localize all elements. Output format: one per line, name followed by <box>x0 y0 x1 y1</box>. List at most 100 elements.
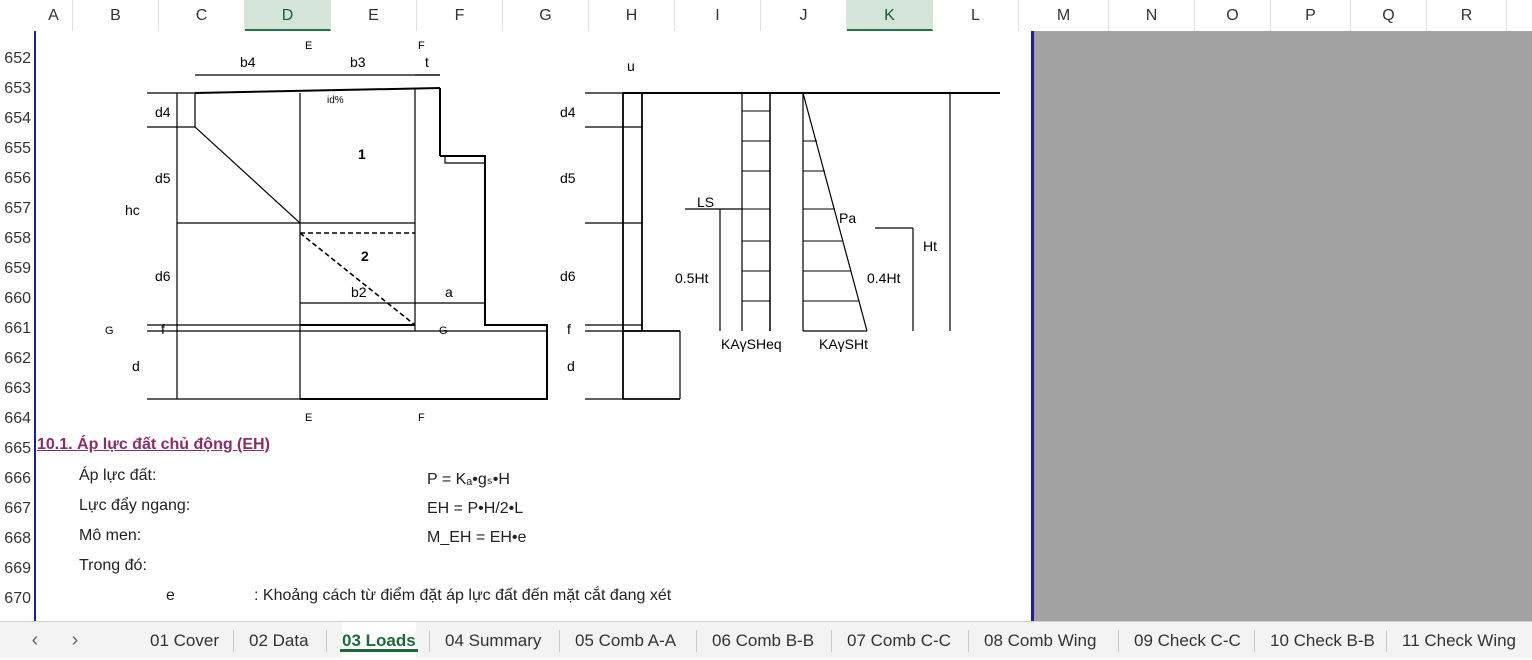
tab-scroll-right-icon[interactable]: › <box>64 622 86 658</box>
svg-text:E: E <box>305 412 312 424</box>
sheet-tab[interactable]: 06 Comb B-B <box>712 622 814 658</box>
load-arrows <box>742 110 859 302</box>
svg-text:hc: hc <box>125 202 140 218</box>
sheet-tab[interactable]: 09 Check C-C <box>1134 622 1241 658</box>
row-header[interactable]: 664 <box>0 404 35 434</box>
sheet-tab[interactable]: 11 Check Wing <box>1402 622 1516 658</box>
column-header-c[interactable]: C <box>159 0 245 31</box>
svg-text:F: F <box>418 40 425 52</box>
label-mo-men: Mô men: <box>79 527 142 544</box>
row-header[interactable]: 666 <box>0 464 35 494</box>
formula-eh: EH = P•H/2•L <box>427 500 524 517</box>
label-luc-day-ngang: Lực đẩy ngang: <box>79 497 191 514</box>
svg-text:d4: d4 <box>155 104 171 120</box>
svg-text:1: 1 <box>358 146 366 162</box>
column-header-b[interactable]: B <box>73 0 159 31</box>
column-header-o[interactable]: O <box>1195 0 1271 31</box>
svg-text:LS: LS <box>697 194 714 210</box>
tab-separator <box>831 630 832 652</box>
svg-text:KAγSHeq: KAγSHeq <box>721 336 782 352</box>
tab-separator <box>326 630 327 652</box>
svg-text:f: f <box>161 321 165 337</box>
sheet-tab[interactable]: 03 Loads <box>340 622 418 658</box>
sheet-tab[interactable]: 07 Comb C-C <box>847 622 951 658</box>
svg-text:b2: b2 <box>351 284 367 300</box>
svg-text:d: d <box>567 358 575 374</box>
svg-text:d6: d6 <box>560 268 576 284</box>
column-header-bar: ABCDEFGHIJKLMNOPQR <box>0 0 1532 32</box>
row-header[interactable]: 659 <box>0 254 35 284</box>
row-header[interactable]: 652 <box>0 44 35 74</box>
row-header[interactable]: 657 <box>0 194 35 224</box>
column-header-d[interactable]: D <box>245 0 331 31</box>
svg-text:id%: id% <box>327 95 344 106</box>
row-header[interactable]: 658 <box>0 224 35 254</box>
svg-text:a: a <box>445 284 453 300</box>
sheet-tab[interactable]: 10 Check B-B <box>1270 622 1375 658</box>
label-ap-luc-dat: Áp lực đất: <box>79 467 157 484</box>
svg-text:Pa: Pa <box>839 210 856 226</box>
row-header[interactable]: 656 <box>0 164 35 194</box>
column-header-j[interactable]: J <box>761 0 847 31</box>
column-header-e[interactable]: E <box>331 0 417 31</box>
svg-text:0.4Ht: 0.4Ht <box>867 270 901 286</box>
page-break-left <box>34 31 36 621</box>
column-header-m[interactable]: M <box>1019 0 1109 31</box>
sheet-tab[interactable]: 01 Cover <box>150 622 219 658</box>
svg-text:F: F <box>418 412 425 424</box>
svg-text:b3: b3 <box>350 54 366 70</box>
svg-text:KAγSHt: KAγSHt <box>819 336 868 352</box>
row-header[interactable]: 669 <box>0 554 35 584</box>
row-header[interactable]: 661 <box>0 314 35 344</box>
row-header[interactable]: 668 <box>0 524 35 554</box>
section-title: 10.1. Áp lực đất chủ động (EH) <box>37 436 270 453</box>
row-header[interactable]: 653 <box>0 74 35 104</box>
desc-e: : Khoảng cách từ điểm đặt áp lực đất đến… <box>254 587 672 604</box>
svg-text:E: E <box>305 40 312 52</box>
sheet-tab[interactable]: 05 Comb A-A <box>575 622 676 658</box>
sheet-tab-bar: ‹ › 01 Cover 02 Data 03 Loads 04 Summary 05 … <box>0 621 1532 658</box>
column-header-h[interactable]: H <box>589 0 675 31</box>
outside-print-area <box>1034 31 1532 621</box>
svg-text:d: d <box>132 358 140 374</box>
row-header[interactable]: 667 <box>0 494 35 524</box>
formula-meh: M_EH = EH•e <box>427 529 527 546</box>
tab-separator <box>1254 630 1255 652</box>
tab-separator <box>559 630 560 652</box>
tab-scroll-left-icon[interactable]: ‹ <box>24 622 46 658</box>
svg-text:0.5Ht: 0.5Ht <box>675 270 709 286</box>
tab-separator <box>429 630 430 652</box>
column-header-k[interactable]: K <box>847 0 933 31</box>
column-header-p[interactable]: P <box>1271 0 1351 31</box>
tab-separator <box>1386 630 1387 652</box>
row-header[interactable]: 654 <box>0 104 35 134</box>
svg-text:t: t <box>425 54 429 70</box>
column-header-q[interactable]: Q <box>1351 0 1427 31</box>
sheet-tab[interactable]: 04 Summary <box>445 622 541 658</box>
row-header[interactable]: 670 <box>0 584 35 614</box>
row-header[interactable]: 665 <box>0 434 35 464</box>
svg-text:d6: d6 <box>155 268 171 284</box>
column-header-i[interactable]: I <box>675 0 761 31</box>
sheet-tab[interactable]: 02 Data <box>249 622 309 658</box>
formula-p: P = Kₐ•gₛ•H <box>427 471 510 488</box>
column-header-l[interactable]: L <box>933 0 1019 31</box>
svg-text:u: u <box>627 58 635 74</box>
row-header[interactable]: 655 <box>0 134 35 164</box>
tab-separator <box>233 630 234 652</box>
worksheet-grid[interactable]: b4 b3 t d4 d5 hc d6 f d id% 1 2 b2 a G G… <box>35 31 1031 621</box>
svg-text:b4: b4 <box>240 54 256 70</box>
tab-separator <box>968 630 969 652</box>
column-header-r[interactable]: R <box>1427 0 1507 31</box>
label-trong-do: Trong đó: <box>79 557 147 574</box>
column-header-g[interactable]: G <box>503 0 589 31</box>
column-header-n[interactable]: N <box>1109 0 1195 31</box>
svg-text:d5: d5 <box>155 170 171 186</box>
row-header[interactable]: 663 <box>0 374 35 404</box>
column-header-a[interactable]: A <box>35 0 73 31</box>
row-header[interactable]: 660 <box>0 284 35 314</box>
row-header[interactable]: 662 <box>0 344 35 374</box>
svg-text:G: G <box>105 325 114 337</box>
column-header-f[interactable]: F <box>417 0 503 31</box>
sheet-tab[interactable]: 08 Comb Wing <box>984 622 1096 658</box>
